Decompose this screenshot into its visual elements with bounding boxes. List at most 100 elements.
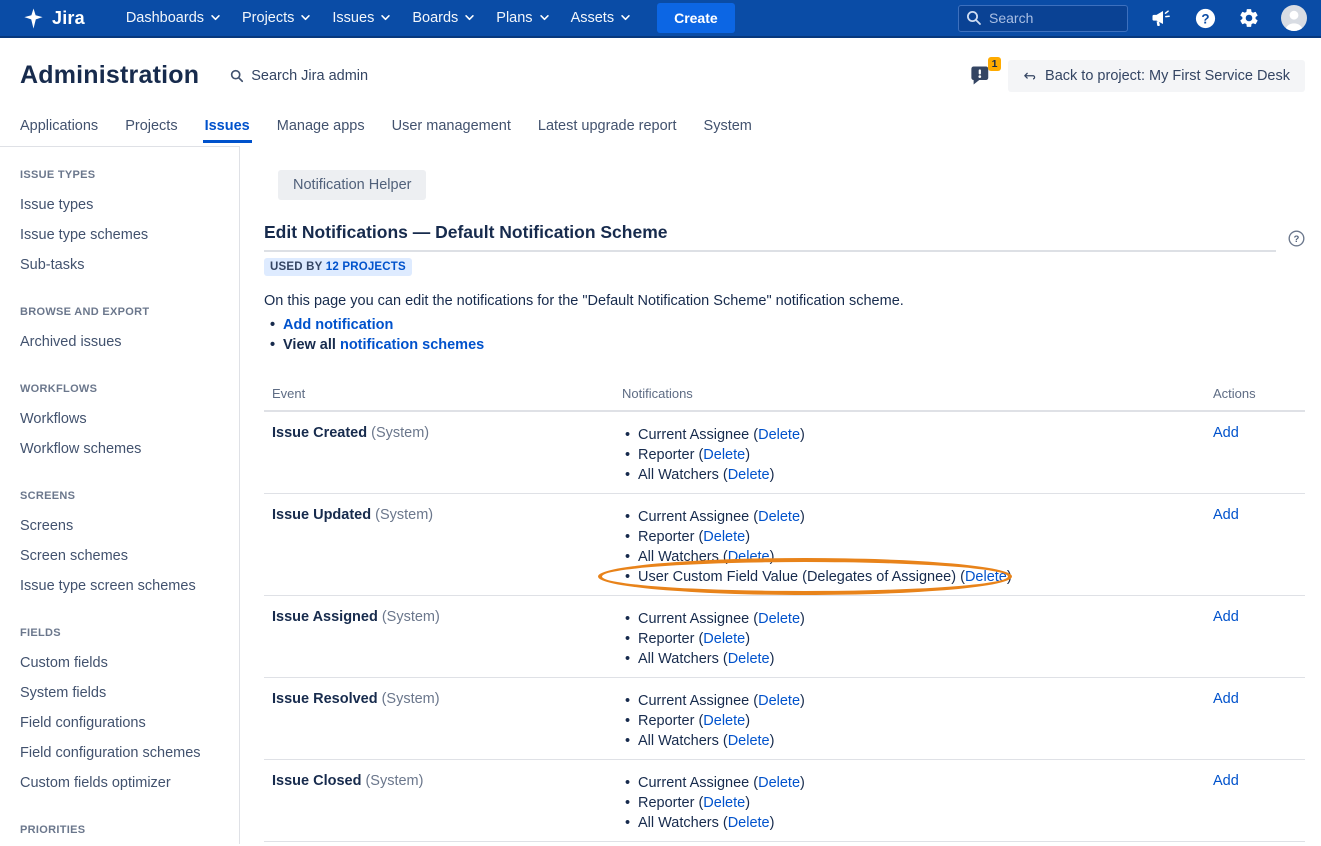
sidebar-item-sub-tasks[interactable]: Sub-tasks — [0, 250, 239, 280]
sidebar-section-fields: FIELDSCustom fieldsSystem fieldsField co… — [0, 627, 239, 798]
notification-close-paren: ) — [745, 795, 750, 811]
sidebar-item-screens[interactable]: Screens — [0, 511, 239, 541]
add-link[interactable]: Add — [1213, 609, 1239, 625]
navbar-item-projects[interactable]: Projects — [231, 3, 321, 33]
sidebar-item-workflows[interactable]: Workflows — [0, 404, 239, 434]
notification-recipient: Reporter ( — [638, 529, 703, 545]
delete-link[interactable]: Delete — [728, 815, 770, 831]
table-row-issue-updated: Issue Updated(System)Current Assignee (D… — [264, 494, 1305, 596]
notification-recipient: All Watchers ( — [638, 467, 728, 483]
admin-layout: ISSUE TYPESIssue typesIssue type schemes… — [0, 146, 1321, 844]
notification-close-paren: ) — [770, 733, 775, 749]
quick-link-item: Add notification — [264, 316, 1305, 336]
navbar-item-issues[interactable]: Issues — [321, 3, 401, 33]
sidebar-item-issue-type-screen-schemes[interactable]: Issue type screen schemes — [0, 571, 239, 601]
edit-notifications-heading: Edit Notifications — Default Notificatio… — [264, 222, 1276, 243]
delete-link[interactable]: Delete — [703, 529, 745, 545]
navbar-search — [958, 5, 1128, 32]
delete-link[interactable]: Delete — [728, 549, 770, 565]
top-navbar: Jira DashboardsProjectsIssuesBoardsPlans… — [0, 0, 1321, 38]
sidebar-item-custom-fields[interactable]: Custom fields — [0, 648, 239, 678]
back-button-label: Back to project: My First Service Desk — [1045, 68, 1290, 84]
sidebar-section-title: BROWSE AND EXPORT — [0, 306, 239, 318]
notification-item: All Watchers (Delete) — [622, 649, 1213, 669]
svg-text:?: ? — [1201, 11, 1209, 26]
create-button[interactable]: Create — [657, 3, 735, 33]
notification-item: Current Assignee (Delete) — [622, 691, 1213, 711]
sidebar-item-custom-fields-optimizer[interactable]: Custom fields optimizer — [0, 768, 239, 798]
actions-cell: Add — [1213, 773, 1305, 833]
issues-sidebar: ISSUE TYPESIssue typesIssue type schemes… — [0, 146, 240, 844]
delete-link[interactable]: Delete — [965, 569, 1007, 585]
sidebar-section-title: PRIORITIES — [0, 824, 239, 836]
delete-link[interactable]: Delete — [758, 427, 800, 443]
navbar-item-dashboards[interactable]: Dashboards — [115, 3, 231, 33]
notifications-table: Event Notifications Actions Issue Create… — [264, 379, 1305, 844]
add-link[interactable]: Add — [1213, 507, 1239, 523]
navbar-item-assets[interactable]: Assets — [560, 3, 642, 33]
delete-link[interactable]: Delete — [758, 509, 800, 525]
delete-link[interactable]: Delete — [703, 795, 745, 811]
sidebar-item-workflow-schemes[interactable]: Workflow schemes — [0, 434, 239, 464]
table-row-issue-commented: Issue Commented(System)Current Assignee … — [264, 842, 1305, 844]
delete-link[interactable]: Delete — [703, 631, 745, 647]
tab-applications[interactable]: Applications — [18, 113, 100, 143]
tab-latest-upgrade-report[interactable]: Latest upgrade report — [536, 113, 679, 143]
tab-projects[interactable]: Projects — [123, 113, 179, 143]
tab-system[interactable]: System — [702, 113, 754, 143]
sidebar-item-system-fields[interactable]: System fields — [0, 678, 239, 708]
sidebar-item-screen-schemes[interactable]: Screen schemes — [0, 541, 239, 571]
settings-gear-icon[interactable] — [1238, 7, 1260, 29]
sidebar-section-browse-and-export: BROWSE AND EXPORT Archived issues — [0, 306, 239, 357]
column-header-notifications: Notifications — [622, 386, 1213, 401]
event-name: Issue Updated — [272, 507, 371, 523]
back-arrow-icon: ↩ — [1023, 68, 1036, 83]
user-avatar[interactable] — [1281, 5, 1307, 31]
sidebar-item-field-configuration-schemes[interactable]: Field configuration schemes — [0, 738, 239, 768]
help-icon[interactable]: ? — [1194, 7, 1217, 30]
delete-link[interactable]: Delete — [703, 713, 745, 729]
back-to-project-button[interactable]: ↩ Back to project: My First Service Desk — [1008, 60, 1305, 92]
add-link[interactable]: Add — [1213, 425, 1239, 441]
chevron-down-icon — [301, 15, 310, 21]
notification-recipient: User Custom Field Value (Delegates of As… — [638, 569, 965, 585]
delete-link[interactable]: Delete — [728, 733, 770, 749]
delete-link[interactable]: Delete — [758, 693, 800, 709]
event-name: Issue Created — [272, 425, 367, 441]
sidebar-item-archived-issues[interactable]: Archived issues — [0, 327, 239, 357]
delete-link[interactable]: Delete — [758, 775, 800, 791]
sidebar-item-field-configurations[interactable]: Field configurations — [0, 708, 239, 738]
notification-schemes-link[interactable]: notification schemes — [340, 337, 484, 353]
tab-issues[interactable]: Issues — [203, 113, 252, 143]
delete-link[interactable]: Delete — [703, 447, 745, 463]
notification-list: Current Assignee (Delete)Reporter (Delet… — [622, 425, 1213, 485]
notification-item: Reporter (Delete) — [622, 793, 1213, 813]
notification-helper-button[interactable]: Notification Helper — [278, 170, 426, 200]
chevron-down-icon — [621, 15, 630, 21]
add-notification-link[interactable]: Add notification — [283, 317, 393, 333]
notifications-cell: Current Assignee (Delete)Reporter (Delet… — [622, 507, 1213, 587]
sidebar-item-issue-type-schemes[interactable]: Issue type schemes — [0, 220, 239, 250]
delete-link[interactable]: Delete — [758, 611, 800, 627]
navbar-item-plans[interactable]: Plans — [485, 3, 559, 33]
add-link[interactable]: Add — [1213, 773, 1239, 789]
jira-logo[interactable]: Jira — [22, 7, 85, 30]
delete-link[interactable]: Delete — [728, 651, 770, 667]
feedback-count-badge: 1 — [988, 57, 1002, 71]
search-input[interactable] — [958, 5, 1128, 32]
delete-link[interactable]: Delete — [728, 467, 770, 483]
navbar-item-boards[interactable]: Boards — [401, 3, 485, 33]
notification-recipient: All Watchers ( — [638, 733, 728, 749]
notification-recipient: Reporter ( — [638, 631, 703, 647]
tab-manage-apps[interactable]: Manage apps — [275, 113, 367, 143]
context-help-icon[interactable]: ? — [1288, 230, 1305, 247]
feedback-bubble-icon[interactable]: 1 — [968, 62, 995, 89]
tab-user-management[interactable]: User management — [390, 113, 513, 143]
jira-admin-screen: Jira DashboardsProjectsIssuesBoardsPlans… — [0, 0, 1321, 846]
announcements-icon[interactable] — [1149, 6, 1173, 30]
used-by-projects-badge[interactable]: USED BY 12 PROJECTS — [264, 258, 412, 276]
admin-search[interactable]: Search Jira admin — [230, 68, 368, 84]
add-link[interactable]: Add — [1213, 691, 1239, 707]
sidebar-item-issue-types[interactable]: Issue types — [0, 190, 239, 220]
heading-wrap: Edit Notifications — Default Notificatio… — [264, 222, 1276, 252]
